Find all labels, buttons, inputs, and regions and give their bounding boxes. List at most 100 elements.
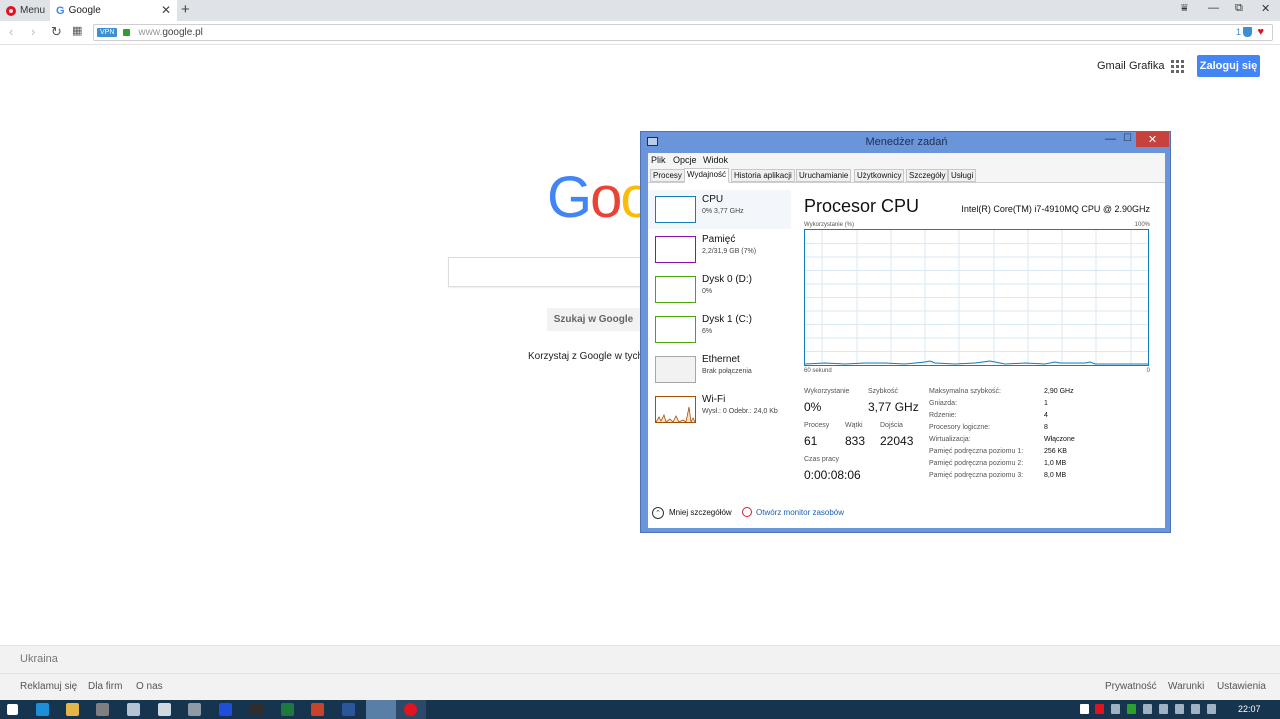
back-arrow-icon[interactable]: ‹	[9, 24, 13, 39]
resource-ethernet[interactable]: Ethernet Brak połączenia	[648, 350, 791, 389]
tm-maximize-button[interactable]: ☐	[1123, 133, 1132, 144]
resource-cpu[interactable]: CPU 0% 3,77 GHz	[648, 190, 791, 229]
restore-window-button[interactable]: ⧉	[1235, 2, 1243, 15]
google-search-input[interactable]	[448, 257, 648, 287]
signin-button[interactable]: Zaloguj się	[1197, 55, 1260, 77]
resource-name: Pamięć	[702, 234, 736, 245]
resource-disk-0[interactable]: Dysk 0 (D:) 0%	[648, 270, 791, 309]
tm-menu-options[interactable]: Opcje	[673, 155, 697, 165]
resource-wifi[interactable]: Wi-Fi Wysł.: 0 Odebr.: 24,0 Kb	[648, 390, 791, 429]
resource-disk-1[interactable]: Dysk 1 (C:) 6%	[648, 310, 791, 349]
vpn-badge[interactable]: VPN	[97, 28, 118, 37]
tab-app-history[interactable]: Historia aplikacji	[731, 169, 795, 182]
tab-close-icon[interactable]: ✕	[161, 3, 171, 17]
heart-icon[interactable]: ♥	[1257, 26, 1264, 38]
ethernet-thumbnail	[655, 356, 696, 383]
spec-value: 8	[1044, 424, 1048, 431]
footer-settings-link[interactable]: Ustawienia	[1217, 681, 1266, 692]
resource-name: CPU	[702, 194, 724, 205]
tab-users[interactable]: Użytkownicy	[854, 169, 905, 182]
tab-menu-icon[interactable]: ⩸	[1181, 2, 1188, 15]
tray-volume-icon[interactable]	[1207, 704, 1216, 714]
gmail-link[interactable]: Gmail	[1097, 60, 1126, 72]
url-field[interactable]: VPN www.google.pl 1 ♥	[93, 24, 1273, 41]
speed-dial-icon[interactable]: ▦	[72, 24, 82, 37]
powerpoint-icon[interactable]	[311, 703, 324, 716]
minimize-window-button[interactable]: —	[1208, 2, 1219, 14]
notepad-icon[interactable]	[127, 703, 140, 716]
disk0-thumbnail	[655, 276, 696, 303]
open-resource-monitor-link[interactable]: Otwórz monitor zasobów	[756, 508, 844, 517]
tray-security-icon[interactable]	[1127, 704, 1136, 714]
google-search-button[interactable]: Szukaj w Google	[547, 308, 640, 331]
speed-value: 3,77 GHz	[868, 400, 919, 414]
tm-close-button[interactable]: ✕	[1136, 132, 1169, 147]
console-icon[interactable]	[250, 703, 263, 716]
resource-monitor-icon[interactable]	[742, 507, 752, 517]
task-manager-title-bar[interactable]: Menedżer zadań — ☐ ✕	[641, 132, 1172, 153]
browser-tab-google[interactable]: G Google ✕	[50, 0, 177, 21]
spec-value: 256 KB	[1044, 448, 1067, 455]
memory-thumbnail	[655, 236, 696, 263]
close-window-button[interactable]: ✕	[1261, 2, 1270, 15]
forward-arrow-icon[interactable]: ›	[31, 24, 35, 39]
tray-battery-icon[interactable]	[1191, 704, 1200, 714]
internet-explorer-icon[interactable]	[36, 703, 49, 716]
footer-terms-link[interactable]: Warunki	[1168, 681, 1204, 692]
taskbar-clock[interactable]: 22:07	[1238, 704, 1261, 714]
tray-signal-icon[interactable]	[1159, 704, 1168, 714]
footer-privacy-link[interactable]: Prywatność	[1105, 681, 1157, 692]
calculator-icon[interactable]	[158, 703, 171, 716]
start-windows-icon[interactable]	[7, 704, 18, 715]
task-manager-taskbar-button[interactable]	[366, 700, 396, 719]
tab-startup[interactable]: Uruchamianie	[796, 169, 852, 182]
tools-icon[interactable]	[188, 703, 201, 716]
footer-country: Ukraina	[20, 653, 58, 665]
airplane-app-icon[interactable]	[219, 703, 232, 716]
spec-value: 2,90 GHz	[1044, 388, 1074, 395]
lock-icon[interactable]	[123, 29, 131, 36]
resource-subtext: Brak połączenia	[702, 368, 752, 375]
opera-menu-button[interactable]: Menu	[0, 0, 48, 21]
resource-subtext: 2,2/31,9 GB (7%)	[702, 248, 757, 255]
spec-key: Gniazda:	[929, 400, 958, 407]
tray-network-icon[interactable]	[1175, 704, 1184, 714]
spec-key: Pamięć podręczna poziomu 1:	[929, 448, 1024, 455]
settings-app-icon[interactable]	[96, 703, 109, 716]
tm-menu-file[interactable]: Plik	[651, 155, 666, 165]
tray-device-icon[interactable]	[1143, 704, 1152, 714]
resource-memory[interactable]: Pamięć 2,2/31,9 GB (7%)	[648, 230, 791, 269]
opera-menu-label: Menu	[20, 5, 46, 16]
tab-processes[interactable]: Procesy	[650, 169, 685, 182]
adblock-shield-icon[interactable]	[1243, 27, 1252, 37]
apps-grid-icon[interactable]	[1171, 60, 1184, 73]
cpu-model-name: Intel(R) Core(TM) i7-4910MQ CPU @ 2.90GH…	[961, 204, 1150, 214]
images-link[interactable]: Grafika	[1129, 60, 1164, 72]
tray-notes-icon[interactable]	[1080, 704, 1089, 714]
google-favicon-icon: G	[56, 4, 65, 17]
footer-business-link[interactable]: Dla firm	[88, 681, 122, 692]
footer-advertising-link[interactable]: Reklamuj się	[20, 681, 77, 692]
uptime-value: 0:00:08:06	[804, 468, 861, 482]
spec-key: Maksymalna szybkość:	[929, 388, 1001, 395]
tab-performance[interactable]: Wydajność	[684, 168, 730, 183]
threads-value: 833	[845, 434, 866, 448]
processes-label: Procesy	[804, 422, 830, 429]
tm-menu-view[interactable]: Widok	[703, 155, 728, 165]
reload-icon[interactable]: ↻	[51, 24, 62, 40]
file-explorer-icon[interactable]	[66, 703, 79, 716]
url-text[interactable]: www.google.pl	[138, 27, 203, 38]
tab-details[interactable]: Szczegóły	[906, 169, 949, 182]
excel-icon[interactable]	[281, 703, 294, 716]
spec-key: Wirtualizacja:	[929, 436, 971, 443]
tm-minimize-button[interactable]: —	[1105, 133, 1116, 145]
word-icon[interactable]	[342, 703, 355, 716]
tab-services[interactable]: Usługi	[948, 169, 977, 182]
footer-about-link[interactable]: O nas	[136, 681, 163, 692]
chevron-up-icon[interactable]: ⌃	[652, 507, 664, 519]
tray-opera-icon[interactable]	[1095, 704, 1104, 714]
fewer-details-link[interactable]: Mniej szczegółów	[669, 508, 732, 517]
tray-display-icon[interactable]	[1111, 704, 1120, 714]
spec-key: Procesory logiczne:	[929, 424, 991, 431]
new-tab-button[interactable]: +	[181, 1, 190, 18]
